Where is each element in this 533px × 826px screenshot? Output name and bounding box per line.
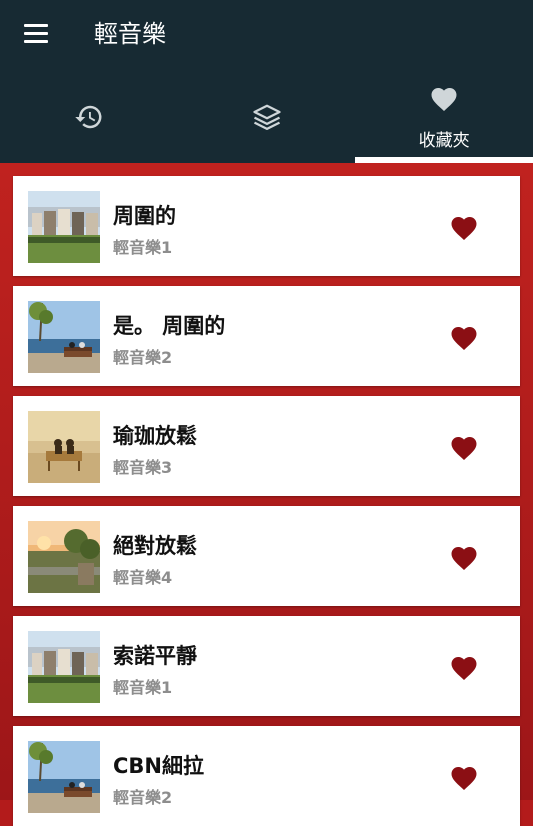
favorite-heart-icon[interactable] bbox=[449, 652, 479, 682]
item-title: 絕對放鬆 bbox=[113, 534, 197, 558]
item-subtitle: 輕音樂4 bbox=[113, 568, 173, 587]
item-title: 是。 周圍的 bbox=[113, 314, 226, 338]
list-item[interactable]: 是。 周圍的 輕音樂2 bbox=[13, 286, 520, 386]
item-title: 索諾平靜 bbox=[113, 644, 197, 668]
list-item[interactable]: 瑜珈放鬆 輕音樂3 bbox=[13, 396, 520, 496]
thumbnail-city-houses bbox=[28, 191, 100, 263]
thumbnail-bench-sea bbox=[28, 301, 100, 373]
layers-icon bbox=[252, 104, 281, 130]
favorite-heart-icon[interactable] bbox=[449, 432, 479, 462]
favorite-heart-icon[interactable] bbox=[449, 212, 479, 242]
heart-icon bbox=[431, 88, 457, 111]
item-title: CBN細拉 bbox=[113, 754, 204, 778]
app-bar: 輕音樂 bbox=[0, 0, 533, 68]
item-subtitle: 輕音樂1 bbox=[113, 678, 173, 697]
menu-icon[interactable] bbox=[24, 24, 48, 44]
thumbnail-sunset-garden bbox=[28, 521, 100, 593]
item-title: 瑜珈放鬆 bbox=[113, 424, 197, 448]
thumbnail-bench-sea bbox=[28, 741, 100, 813]
page-title: 輕音樂 bbox=[94, 20, 166, 48]
thumbnail-couple-bench bbox=[28, 411, 100, 483]
item-subtitle: 輕音樂2 bbox=[113, 788, 173, 807]
list-item[interactable]: 索諾平靜 輕音樂1 bbox=[13, 616, 520, 716]
favorite-heart-icon[interactable] bbox=[449, 542, 479, 572]
list-item[interactable]: 周圍的 輕音樂1 bbox=[13, 176, 520, 276]
history-icon bbox=[75, 105, 102, 129]
thumbnail-city-houses bbox=[28, 631, 100, 703]
item-subtitle: 輕音樂1 bbox=[113, 238, 173, 257]
tab-history[interactable] bbox=[0, 68, 178, 163]
item-subtitle: 輕音樂3 bbox=[113, 458, 173, 477]
tab-favorites[interactable]: 收藏夾 bbox=[355, 68, 533, 163]
favorite-heart-icon[interactable] bbox=[449, 762, 479, 792]
item-title: 周圍的 bbox=[113, 204, 176, 228]
tab-layers[interactable] bbox=[178, 68, 356, 163]
tab-favorites-label: 收藏夾 bbox=[418, 131, 470, 151]
tab-bar: 收藏夾 bbox=[0, 68, 533, 163]
favorites-list: 周圍的 輕音樂1 是。 周圍的 輕音樂2 瑜珈放鬆 輕音樂3 絕對放鬆 輕音樂4… bbox=[0, 163, 533, 826]
favorite-heart-icon[interactable] bbox=[449, 322, 479, 352]
item-subtitle: 輕音樂2 bbox=[113, 348, 173, 367]
list-item[interactable]: CBN細拉 輕音樂2 bbox=[13, 726, 520, 826]
list-item[interactable]: 絕對放鬆 輕音樂4 bbox=[13, 506, 520, 606]
